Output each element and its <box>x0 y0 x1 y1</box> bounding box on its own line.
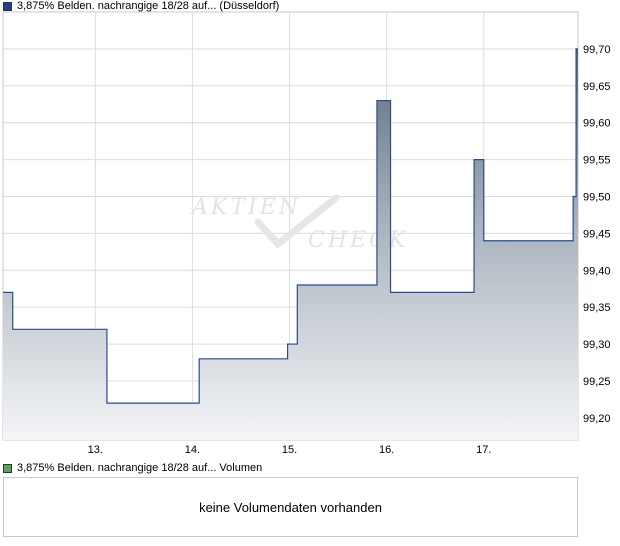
price-chart: AKTIEN CHECK 99,20 99,25 99,30 99,35 99,40 99… <box>2 11 611 456</box>
volume-legend-label: 3,875% Belden. nachrangige 18/28 auf... … <box>17 462 263 474</box>
volume-legend-swatch <box>3 463 12 473</box>
y-tick-label: 99,25 <box>583 376 611 388</box>
y-tick-label: 99,45 <box>583 228 611 240</box>
volume-empty-message: keine Volumendaten vorhanden <box>199 500 382 515</box>
x-tick-label: 16. <box>379 444 394 456</box>
y-tick-label: 99,20 <box>583 413 611 425</box>
y-tick-label: 99,40 <box>583 265 611 277</box>
y-tick-label: 99,60 <box>583 118 611 130</box>
watermark-line2: CHECK <box>308 228 408 253</box>
watermark-line1: AKTIEN <box>190 195 301 220</box>
y-tick-label: 99,35 <box>583 302 611 314</box>
volume-legend: 3,875% Belden. nachrangige 18/28 auf... … <box>3 462 262 474</box>
x-tick-label: 14. <box>185 444 200 456</box>
x-tick-label: 15. <box>282 444 297 456</box>
x-tick-label: 13. <box>88 444 103 456</box>
y-tick-label: 99,55 <box>583 155 611 167</box>
volume-panel: keine Volumendaten vorhanden <box>3 477 578 537</box>
y-tick-label: 99,50 <box>583 191 611 203</box>
y-tick-label: 99,65 <box>583 81 611 93</box>
y-tick-label: 99,70 <box>583 44 611 56</box>
y-tick-label: 99,30 <box>583 339 611 351</box>
x-tick-label: 17. <box>476 444 491 456</box>
